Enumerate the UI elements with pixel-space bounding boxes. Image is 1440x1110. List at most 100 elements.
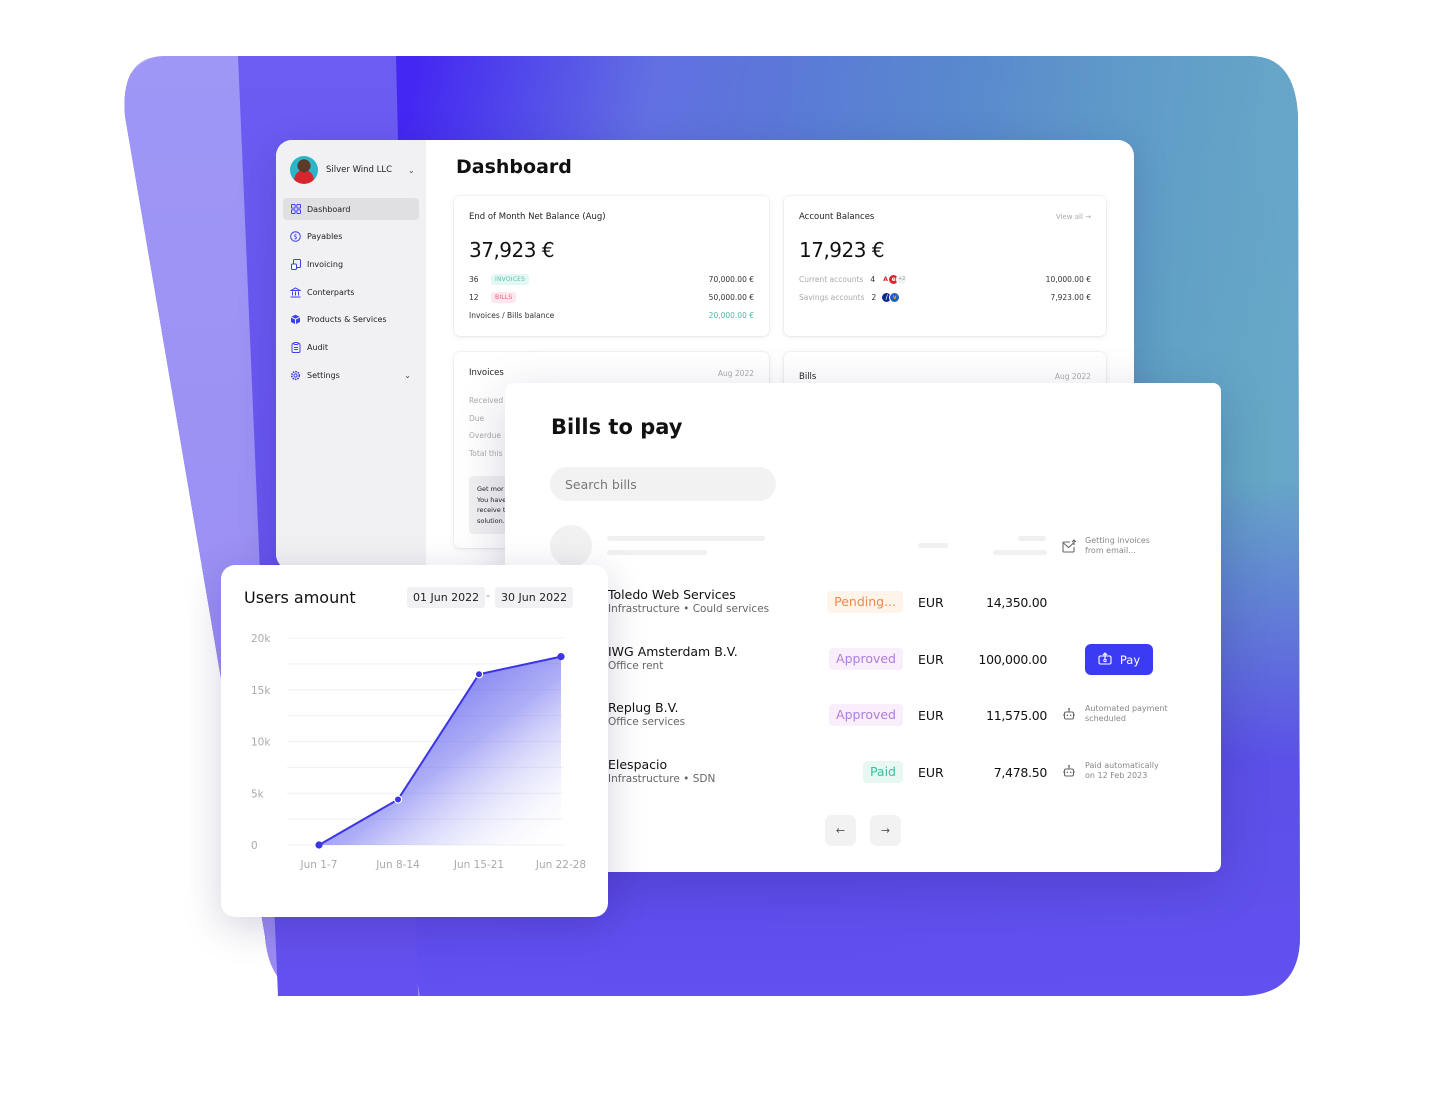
page-title: Dashboard: [456, 156, 572, 178]
robot-icon: [1061, 763, 1077, 779]
pay-button[interactable]: Pay: [1085, 644, 1153, 675]
invoices-due-label: Due: [469, 414, 485, 423]
note-line: Automated payment: [1085, 704, 1168, 713]
bill-row[interactable]: Toledo Web Services Infrastructure • Cou…: [505, 587, 1221, 627]
invoices-tag: INVOICES: [491, 273, 530, 285]
automation-note: Paid automatically on 12 Feb 2023: [1061, 761, 1159, 780]
area-fill: [319, 656, 561, 845]
bank-icon: [290, 286, 301, 298]
y-tick-label: 20k: [251, 633, 271, 645]
net-balance-card: End of Month Net Balance (Aug) 37,923 € …: [454, 196, 769, 336]
note-line: on 12 Feb 2023: [1085, 770, 1148, 780]
skeleton-avatar: [550, 525, 592, 567]
current-accounts-count: 4: [870, 274, 876, 284]
bill-currency: EUR: [918, 708, 944, 723]
more-banks-badge: +2: [896, 273, 908, 285]
arrow-left-icon: ←: [835, 824, 846, 837]
org-switcher[interactable]: Silver Wind LLC ⌄: [290, 156, 415, 184]
grid-icon: [290, 204, 301, 215]
bills-to-pay-window: Bills to pay Getting invoices from email…: [505, 383, 1221, 872]
sidebar-item-invoicing[interactable]: Invoicing: [283, 253, 419, 275]
bills-date: Aug 2022: [1054, 372, 1091, 381]
note-line: scheduled: [1085, 713, 1126, 723]
savings-accounts-row: Savings accounts 2 / v 7,923.00 €: [799, 290, 1091, 304]
invoices-count: 36: [469, 274, 479, 284]
invoices-total-label: Total this: [469, 449, 503, 458]
skeleton-line: [607, 536, 765, 541]
net-balance-amount: 37,923 €: [469, 238, 555, 262]
balance-label: Invoices / Bills balance: [469, 310, 555, 320]
sidebar-item-conterparts[interactable]: Conterparts: [283, 281, 419, 303]
current-accounts-row: Current accounts 4 A e +2 10,000.00 €: [799, 272, 1091, 286]
note-line: from email...: [1085, 545, 1136, 555]
users-chart: 0 5k 10k 15k 20k Jun 1-7 Jun 8-14 Jun 15-21 Jun …: [251, 633, 586, 871]
bill-row[interactable]: IWG Amsterdam B.V. Office rent Approved …: [505, 644, 1221, 684]
mail-upload-icon: [1061, 538, 1077, 554]
data-point: [315, 841, 323, 849]
card-title: Bills: [799, 372, 817, 382]
invoices-summary-row: 36 INVOICES 70,000.00 €: [469, 272, 754, 286]
sidebar-item-settings[interactable]: Settings ⌄: [283, 364, 419, 386]
sidebar-item-products-services[interactable]: Products & Services: [283, 309, 419, 331]
users-amount-card: Users amount 01 Jun 2022 - 30 Jun 2022 0…: [221, 565, 608, 917]
current-accounts-label: Current accounts: [799, 274, 864, 284]
sidebar-item-label: Audit: [307, 342, 328, 352]
y-tick-label: 0: [251, 840, 258, 852]
skeleton-line: [918, 543, 948, 548]
sidebar-item-label: Settings: [307, 370, 340, 380]
next-page-button[interactable]: →: [870, 815, 901, 846]
search-bills-input[interactable]: [550, 467, 776, 501]
org-name: Silver Wind LLC: [326, 165, 393, 175]
skeleton-line: [607, 550, 707, 555]
savings-accounts-value: 7,923.00 €: [1050, 292, 1091, 302]
bank-logo-icon: v: [889, 291, 901, 303]
savings-accounts-label: Savings accounts: [799, 292, 865, 302]
sidebar-item-audit[interactable]: Audit: [283, 336, 419, 358]
bank-logos: / v: [881, 291, 901, 303]
bill-row[interactable]: Replug B.V. Office services Approved EUR…: [505, 700, 1221, 740]
svg-text:$: $: [293, 233, 297, 241]
bill-amount: 7,478.50: [993, 765, 1048, 780]
skeleton-line: [1018, 536, 1046, 541]
box-icon: [290, 314, 301, 325]
clipboard-icon: [290, 341, 301, 353]
card-title: Account Balances: [799, 212, 875, 222]
bill-category: Infrastructure • SDN: [608, 773, 716, 785]
x-tick-label: Jun 8-14: [375, 859, 420, 871]
bill-vendor-name: Replug B.V.: [608, 700, 679, 715]
bill-category: Office services: [608, 716, 686, 728]
view-all-link[interactable]: View all →: [1056, 213, 1091, 221]
sidebar-item-label: Products & Services: [307, 315, 387, 325]
y-tick-label: 10k: [251, 737, 271, 749]
bill-row[interactable]: Elespacio Infrastructure • SDN Paid EUR …: [505, 757, 1221, 797]
sidebar-nav: Dashboard $ Payables Invoicing Conterpar…: [283, 198, 419, 392]
x-tick-label: Jun 1-7: [300, 859, 338, 871]
status-badge: Approved: [829, 648, 903, 670]
bill-category: Infrastructure • Could services: [608, 603, 770, 615]
status-badge: Paid: [862, 761, 903, 783]
bank-logos: A e +2: [880, 273, 908, 285]
bills-title: Bills to pay: [551, 415, 683, 439]
payment-icon: [1098, 651, 1112, 668]
account-balance-amount: 17,923 €: [799, 238, 885, 262]
bills-tag: BILLS: [491, 291, 517, 303]
sidebar-item-payables[interactable]: $ Payables: [283, 226, 419, 248]
note-line: Getting invoices: [1085, 536, 1150, 545]
balance-row: Invoices / Bills balance 20,000.00 €: [469, 308, 754, 322]
gear-icon: [290, 370, 301, 381]
data-point: [557, 653, 565, 661]
prev-page-button[interactable]: ←: [825, 815, 856, 846]
invoices-date: Aug 2022: [717, 369, 754, 378]
y-tick-label: 5k: [251, 788, 265, 800]
bills-summary-row: 12 BILLS 50,000.00 €: [469, 290, 754, 304]
data-point: [474, 670, 484, 679]
data-point: [393, 795, 403, 804]
sidebar-item-dashboard[interactable]: Dashboard: [283, 198, 419, 220]
x-tick-label: Jun 22-28: [535, 859, 586, 871]
note-line: Paid automatically: [1085, 761, 1159, 770]
email-import-note: Getting invoices from email...: [1061, 536, 1150, 555]
dollar-circle-icon: $: [290, 231, 301, 242]
invoices-value: 70,000.00 €: [708, 274, 754, 284]
bills-value: 50,000.00 €: [708, 292, 754, 302]
sidebar: Silver Wind LLC ⌄ Dashboard $ Payables I…: [276, 140, 426, 570]
